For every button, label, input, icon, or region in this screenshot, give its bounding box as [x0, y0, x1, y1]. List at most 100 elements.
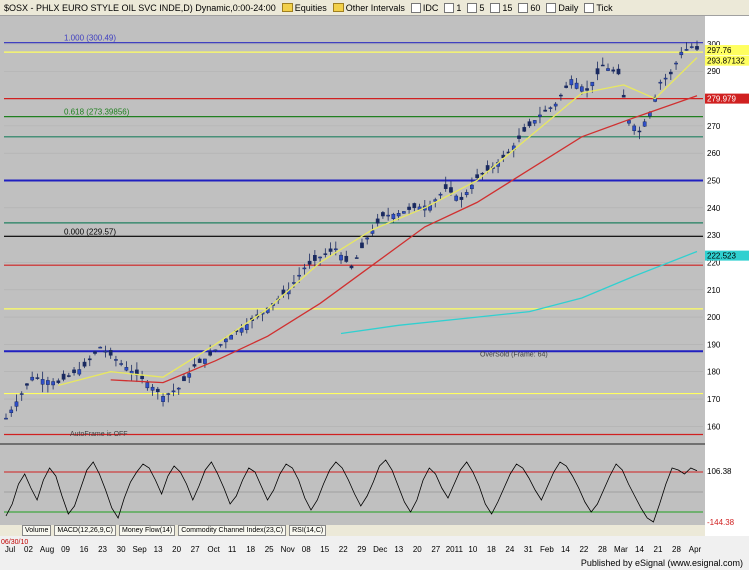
footer: Published by eSignal (www.esignal.com): [0, 558, 749, 570]
x-tick-label: 24: [505, 545, 514, 554]
study-tabs: Volume MACD(12,26,9,C) Money Flow(14) Co…: [0, 525, 705, 536]
y-tick-label: 160: [707, 422, 721, 431]
candle-body: [517, 135, 521, 139]
candle-body: [87, 358, 92, 361]
candle-body: [464, 192, 469, 196]
y-tick-label: 210: [707, 286, 721, 295]
candle-body: [606, 68, 610, 71]
candle-body: [66, 375, 71, 377]
candle-body: [192, 364, 197, 367]
candle-body: [82, 361, 87, 367]
x-tick-label: 31: [524, 545, 533, 554]
x-tick-label: 25: [265, 545, 274, 554]
price-label-text: 297.76: [707, 46, 732, 55]
candle-body: [155, 388, 160, 392]
candle-body: [553, 103, 558, 107]
tab-rsi[interactable]: RSI(14,C): [289, 525, 327, 536]
y-tick-label: 270: [707, 122, 721, 131]
candle-body: [407, 206, 411, 210]
candle-body: [668, 71, 673, 75]
candle-body: [145, 382, 150, 389]
candle-body: [229, 335, 233, 340]
candle-body: [663, 77, 668, 80]
x-tick-label: 21: [654, 545, 663, 554]
candle-body: [569, 79, 574, 86]
candle-body: [124, 367, 129, 371]
moving-average-line: [110, 95, 698, 384]
horizontal-line-label: 0.000 (229.57): [64, 227, 116, 236]
candle-body: [391, 213, 396, 219]
y-tick-label: 180: [707, 368, 721, 377]
candle-body: [51, 381, 55, 386]
candle-body: [616, 68, 621, 75]
cci-low-label: -144.38: [707, 518, 735, 527]
candle-body: [538, 114, 542, 117]
y-tick-label: 250: [707, 177, 721, 186]
y-tick-label: 200: [707, 313, 721, 322]
candle-body: [679, 51, 684, 56]
candle-body: [25, 383, 29, 386]
candle-body: [365, 237, 370, 240]
candle-body: [475, 174, 479, 179]
price-chart[interactable]: 1601701801902002102202302402502602702802…: [0, 0, 749, 536]
candle-body: [182, 376, 186, 382]
x-axis: Jul 02 Aug 09 16 23 30 Sep 13 20 27 Oct 11 18 25 Nov 08 1…: [0, 536, 749, 558]
price-label-text: 222.523: [707, 252, 736, 261]
candle-body: [244, 324, 249, 330]
tab-volume[interactable]: Volume: [22, 525, 52, 536]
candle-body: [344, 255, 349, 262]
candle-body: [46, 380, 50, 385]
tab-cci[interactable]: Commodity Channel Index(23,C): [178, 525, 287, 536]
candle-body: [297, 274, 302, 277]
x-axis-svg: Jul 02 Aug 09 16 23 30 Sep 13 20 27 Oct 11 18 25 Nov 08 1…: [1, 539, 702, 554]
candle-body: [559, 94, 563, 97]
candle-body: [532, 120, 537, 124]
candle-body: [208, 351, 213, 356]
candle-body: [695, 46, 699, 50]
candle-body: [522, 127, 527, 132]
autoframe-annotation: AutoFrame is OFF: [70, 431, 128, 438]
x-tick-label: 14: [635, 545, 644, 554]
x-tick-label: 15: [320, 545, 329, 554]
candle-body: [438, 193, 443, 196]
y-tick-label: 170: [707, 395, 721, 404]
candle-body: [318, 256, 322, 259]
moving-average-line: [340, 250, 698, 335]
candle-body: [548, 107, 553, 109]
candle-body: [292, 282, 296, 284]
tab-macd[interactable]: MACD(12,26,9,C): [54, 525, 116, 536]
candle-body: [77, 369, 82, 375]
x-tick-label: 28: [598, 545, 607, 554]
candle-body: [103, 350, 108, 353]
price-label-text: 293.87132: [707, 57, 745, 66]
candle-body: [197, 358, 202, 363]
candle-body: [119, 363, 124, 365]
candle-body: [140, 375, 144, 380]
candle-body: [621, 94, 626, 98]
x-tick-label: 20: [413, 545, 422, 554]
x-tick-label: 27: [191, 545, 200, 554]
candle-body: [637, 130, 642, 133]
candle-body: [302, 267, 307, 270]
candle-body: [590, 81, 595, 87]
candle-body: [443, 184, 448, 189]
candle-body: [470, 184, 474, 190]
candle-body: [600, 64, 605, 67]
candle-body: [333, 248, 338, 251]
x-tick-label: Nov: [281, 545, 295, 554]
x-tick-label: 29: [357, 545, 366, 554]
x-tick-label: 20: [172, 545, 181, 554]
x-tick-label: 30: [117, 545, 126, 554]
candle-body: [239, 327, 244, 333]
candle-body: [30, 376, 35, 381]
candle-body: [574, 82, 579, 89]
candle-body: [35, 377, 40, 379]
horizontal-line-label: 0.618 (273.39856): [64, 108, 130, 117]
cci-line: [5, 459, 698, 523]
candle-body: [412, 203, 417, 209]
candle-body: [527, 121, 532, 127]
candle-body: [396, 213, 401, 217]
candle-body: [375, 218, 380, 224]
y-tick-label: 240: [707, 204, 721, 213]
tab-money-flow[interactable]: Money Flow(14): [119, 525, 176, 536]
